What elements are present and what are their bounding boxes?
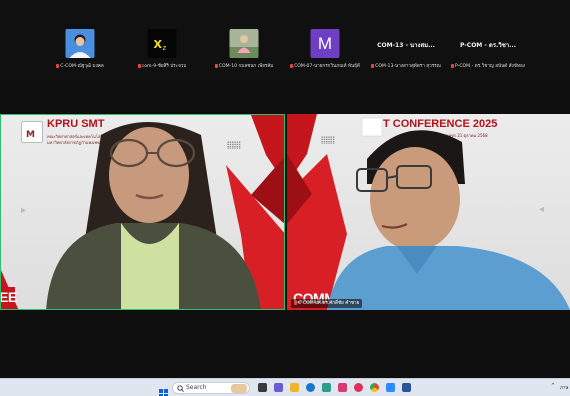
participant-tile[interactable]: COM-13 - นางสม... COM-13-นางสาวสุพัตรา ส…: [366, 26, 446, 72]
mic-muted-icon: [294, 300, 297, 305]
taskbar: Search ^ ภาษ: [0, 378, 570, 396]
app-icon[interactable]: [354, 383, 363, 392]
participant-name: C-COM-ณัฐวุฒิ มงคล: [40, 63, 120, 70]
participant-avatar: [229, 29, 259, 58]
zoom-icon[interactable]: [386, 383, 395, 392]
app-icon[interactable]: [338, 383, 347, 392]
taskbar-search-box[interactable]: Search: [172, 382, 250, 394]
search-label: Search: [186, 384, 207, 391]
mic-muted-icon: [371, 63, 375, 68]
participant-avatar: [65, 29, 95, 58]
presenter-video: [46, 122, 261, 309]
chevron-up-icon[interactable]: ^: [551, 383, 555, 389]
participant-name: com-9-ชัยสิริ ประจวบ: [122, 63, 202, 70]
mic-muted-icon: [56, 63, 60, 68]
chrome-browser-icon[interactable]: [370, 383, 379, 392]
video-tile-left[interactable]: M KPRU SMT คณะวิทยาศาสตร์และเทคโนโลยี มห…: [0, 114, 285, 310]
search-highlight-icon: [231, 384, 247, 393]
search-icon: [177, 385, 184, 392]
video-tile-right[interactable]: T CONFERENCE 2025 มหาวิทยาลัยราชภัฏกำแพง…: [287, 114, 570, 310]
mic-muted-icon: [290, 63, 294, 68]
svg-text:X: X: [154, 38, 163, 51]
participant-avatar: Xz: [147, 29, 177, 58]
edge-browser-icon[interactable]: [306, 383, 315, 392]
participant-tile[interactable]: Xz com-9-ชัยสิริ ประจวบ: [122, 26, 202, 72]
participant-strip: C-COM-ณัฐวุฒิ มงคล Xz com-9-ชัยสิริ ประจ…: [0, 0, 570, 80]
task-view-icon[interactable]: [258, 383, 267, 392]
windows-start-icon[interactable]: [159, 383, 168, 396]
file-explorer-icon[interactable]: [290, 383, 299, 392]
app-icon[interactable]: [322, 383, 331, 392]
participant-tile[interactable]: COM-10 กมลชนก เพียรส้ม: [204, 26, 284, 72]
participant-display-name: COM-13 - นางสม...: [377, 42, 435, 49]
mic-muted-icon: [137, 63, 141, 68]
word-icon[interactable]: [402, 383, 411, 392]
teams-chat-icon[interactable]: [274, 383, 283, 392]
participant-tile[interactable]: M COM-07-นายกรกวินภณห์ พันธุ์ดี: [285, 26, 365, 72]
participant-tile[interactable]: P-COM - ดร.วิชา... P-COM - ดร.วิชาญ อนัน…: [448, 26, 528, 72]
participant-name: P-COM - ดร.วิชาญ อนันต์ สังข์ทอง: [448, 63, 528, 70]
svg-text:z: z: [163, 44, 167, 52]
participant-display-name: P-COM - ดร.วิชา...: [460, 42, 516, 49]
participant-name-label: C-COM-ผศ.ดร.ศักดิ์ชัย คำชาย: [291, 299, 363, 308]
participant-tile[interactable]: C-COM-ณัฐวุฒิ มงคล: [40, 26, 120, 72]
banner-bottom-text: EE: [0, 289, 17, 305]
mic-muted-icon: [451, 63, 455, 68]
language-indicator[interactable]: ภาษ: [560, 384, 568, 391]
participant-avatar-letter: M: [310, 29, 340, 58]
participant-name: COM-10 กมลชนก เพียรส้ม: [204, 63, 284, 70]
participant-name: COM-07-นายกรกวินภณห์ พันธุ์ดี: [285, 63, 365, 70]
mic-muted-icon: [214, 63, 218, 68]
speaker-video: [327, 130, 570, 310]
participant-name: COM-13-นางสาวสุพัตรา สุวรรณ: [366, 63, 446, 70]
